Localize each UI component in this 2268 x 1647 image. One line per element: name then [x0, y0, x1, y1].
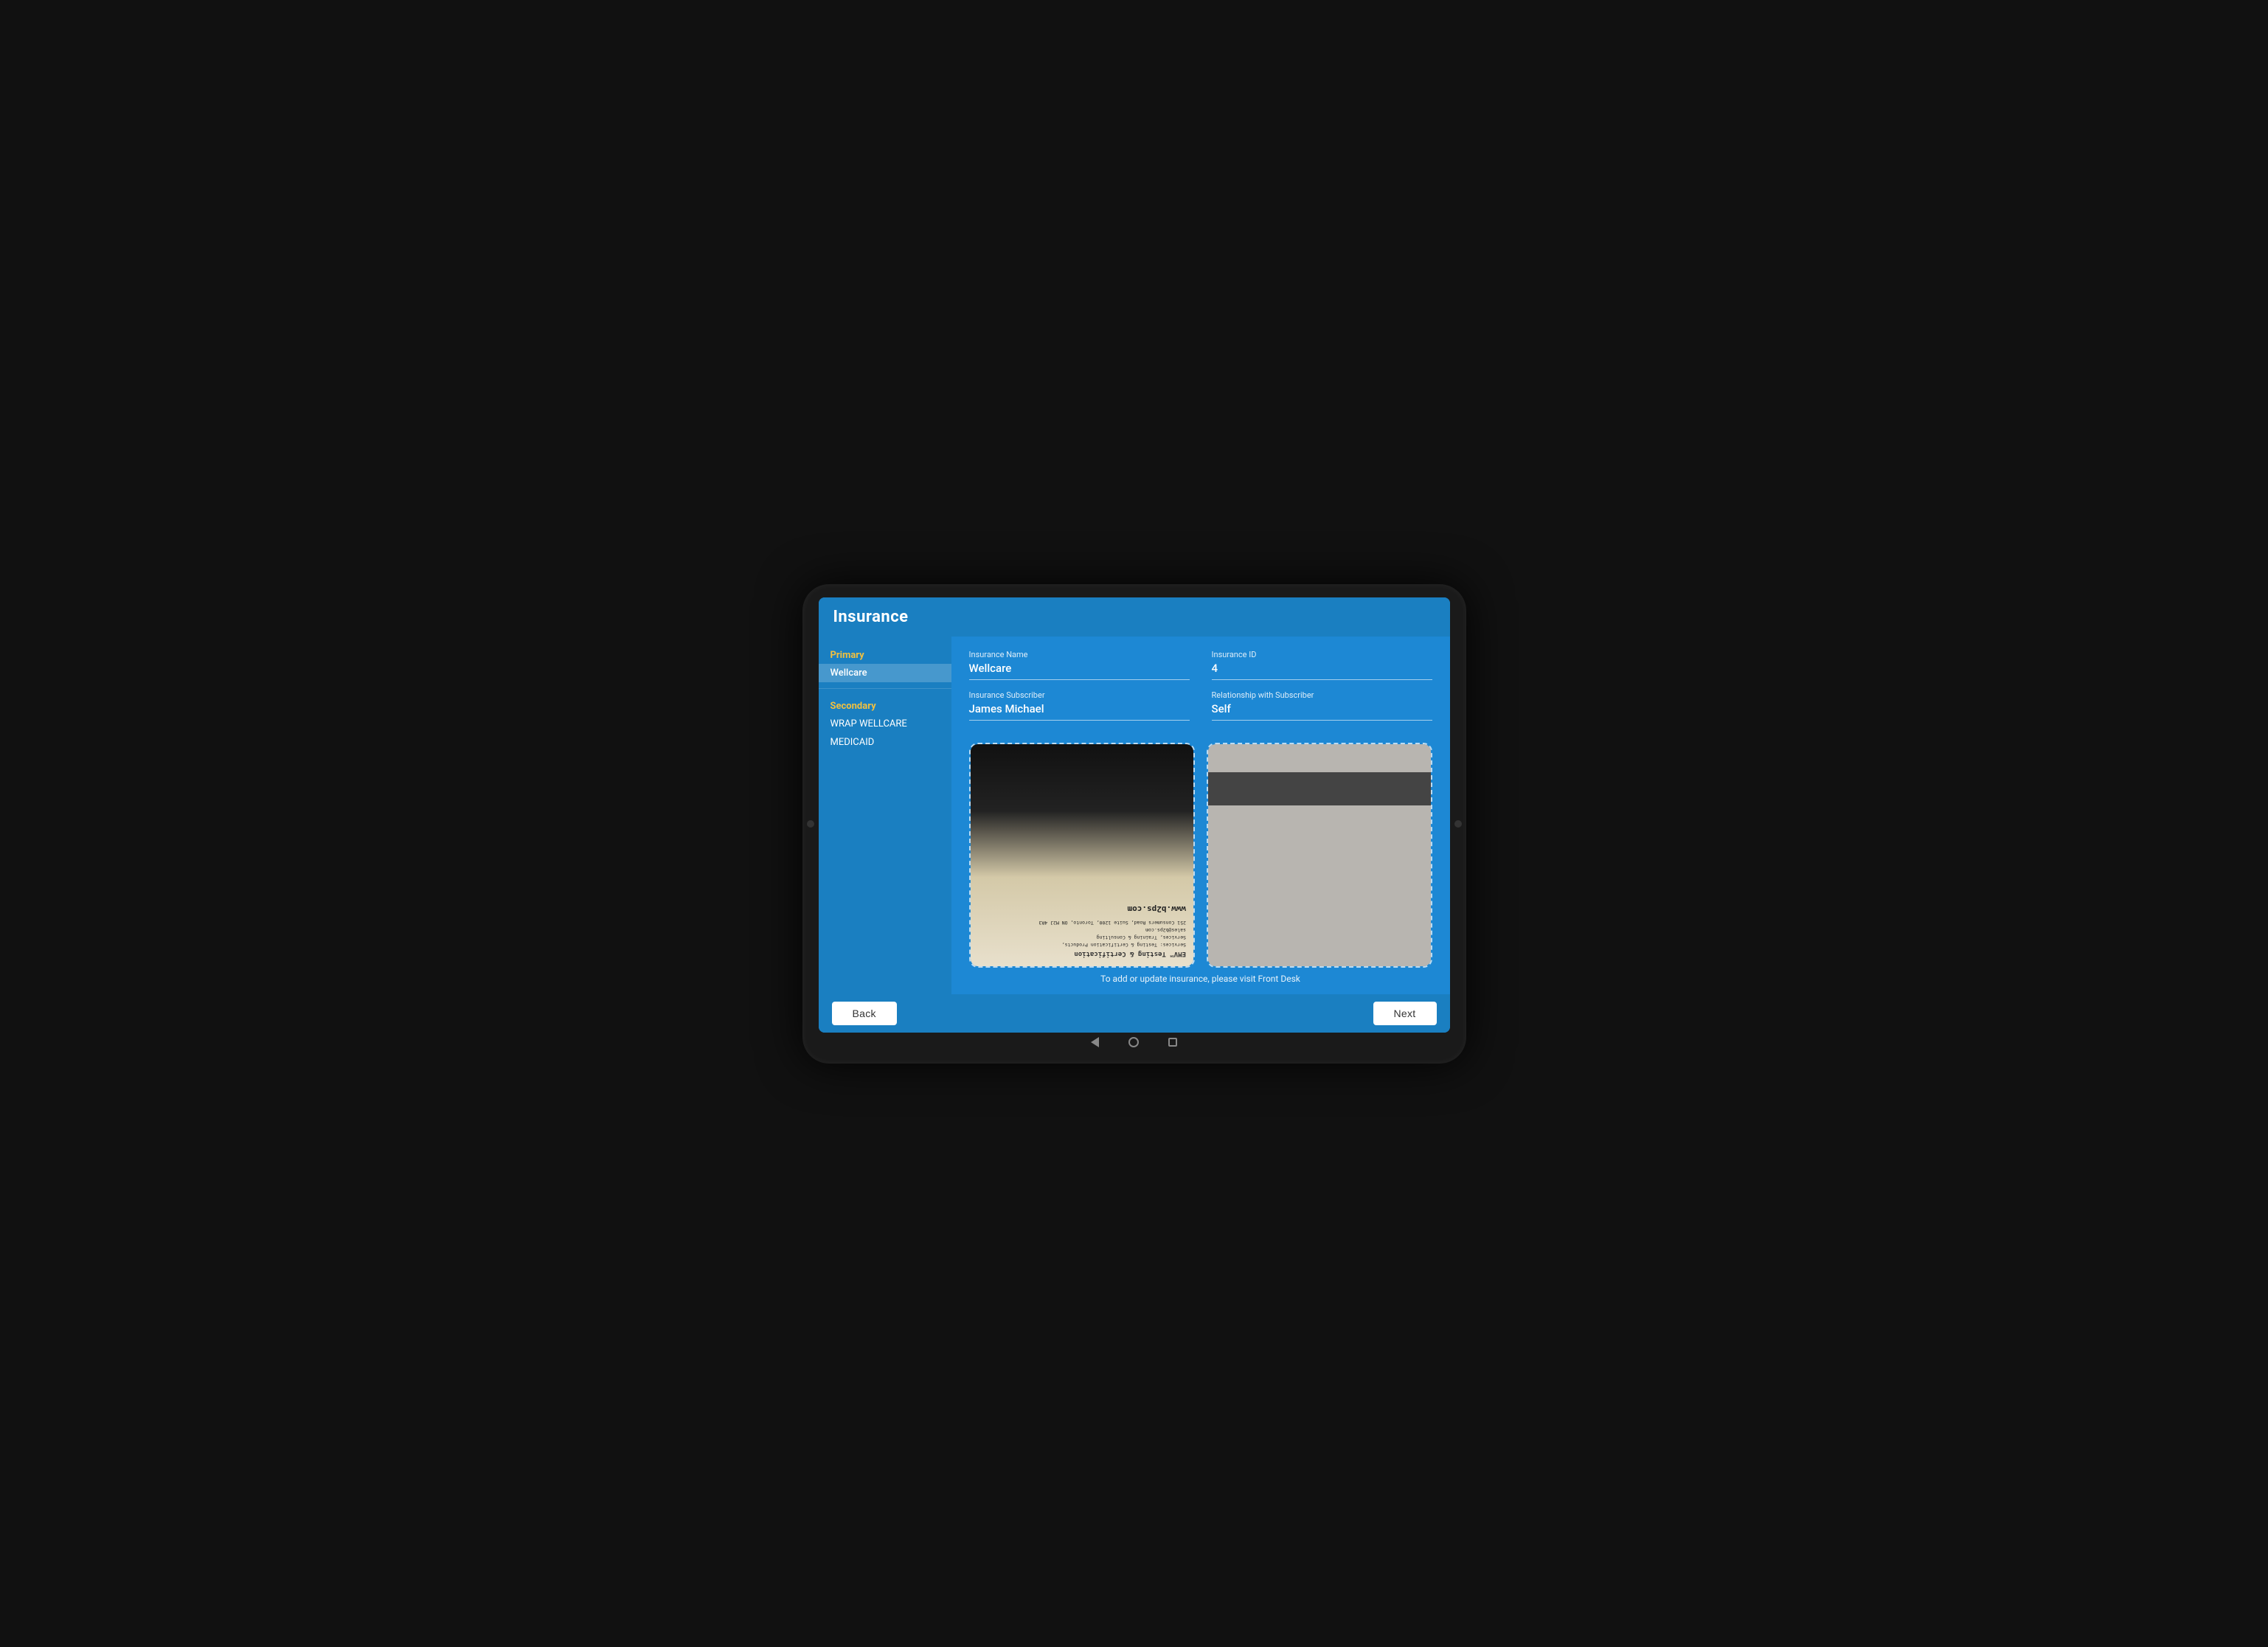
- insurance-id-label: Insurance ID: [1212, 650, 1432, 659]
- app-footer: Back Next: [819, 994, 1450, 1033]
- page-title: Insurance: [833, 608, 1435, 626]
- insurance-name-value: Wellcare: [969, 662, 1190, 677]
- insurance-id-underline: [1212, 679, 1432, 680]
- sidebar-item-medicaid[interactable]: MEDICAID: [819, 733, 951, 752]
- sidebar-item-wrap-wellcare[interactable]: WRAP WELLCARE: [819, 715, 951, 733]
- card-line-1: 251 Consumers Road, Suite 1200, Toronto,…: [978, 920, 1186, 926]
- insurance-name-field: Insurance Name Wellcare: [969, 650, 1190, 680]
- card-back-stripe: [1208, 772, 1431, 805]
- android-nav-bar: [819, 1033, 1450, 1050]
- card-line-2: sales@b2ps.com: [978, 927, 1186, 933]
- back-icon[interactable]: [1091, 1037, 1099, 1047]
- home-icon[interactable]: [1128, 1037, 1139, 1047]
- tablet-screen: Insurance Primary Wellcare Secondary WRA…: [819, 597, 1450, 1033]
- card-website: www.b2ps.com: [978, 904, 1186, 914]
- sidebar-primary-label: Primary: [819, 644, 951, 664]
- subscriber-field: Insurance Subscriber James Michael: [969, 690, 1190, 721]
- card-front-placeholder[interactable]: EMV™ Testing & Certification Services: T…: [969, 743, 1195, 968]
- relationship-label: Relationship with Subscriber: [1212, 690, 1432, 700]
- subscriber-underline: [969, 720, 1190, 721]
- next-button[interactable]: Next: [1373, 1002, 1437, 1025]
- sidebar-divider: [819, 688, 951, 689]
- app-header: Insurance: [819, 597, 1450, 637]
- sidebar-item-wellcare[interactable]: Wellcare: [819, 664, 951, 682]
- card-back-placeholder[interactable]: [1207, 743, 1432, 968]
- main-content: Insurance Name Wellcare Insurance ID 4: [951, 637, 1450, 994]
- form-grid: Insurance Name Wellcare Insurance ID 4: [969, 650, 1432, 731]
- subscriber-value: James Michael: [969, 702, 1190, 718]
- subscriber-label: Insurance Subscriber: [969, 690, 1190, 700]
- insurance-id-field: Insurance ID 4: [1212, 650, 1432, 680]
- insurance-name-underline: [969, 679, 1190, 680]
- relationship-value: Self: [1212, 702, 1432, 718]
- footer-notice: To add or update insurance, please visit…: [969, 968, 1432, 987]
- card-line-3: Services: Testing & Certification Produc…: [978, 942, 1186, 948]
- app-container: Insurance Primary Wellcare Secondary WRA…: [819, 597, 1450, 1033]
- insurance-id-value: 4: [1212, 662, 1432, 677]
- card-logo: EMV™ Testing & Certification: [978, 950, 1186, 957]
- card-line-4: Services, Training & Consulting: [978, 935, 1186, 940]
- sidebar-secondary-label: Secondary: [819, 695, 951, 715]
- app-body: Primary Wellcare Secondary WRAP WELLCARE…: [819, 637, 1450, 994]
- relationship-field: Relationship with Subscriber Self: [1212, 690, 1432, 721]
- insurance-name-label: Insurance Name: [969, 650, 1190, 659]
- back-button[interactable]: Back: [832, 1002, 897, 1025]
- card-back-image: [1208, 744, 1431, 966]
- card-front-image: EMV™ Testing & Certification Services: T…: [971, 744, 1193, 966]
- sidebar: Primary Wellcare Secondary WRAP WELLCARE…: [819, 637, 951, 994]
- cards-row: EMV™ Testing & Certification Services: T…: [969, 743, 1432, 968]
- relationship-underline: [1212, 720, 1432, 721]
- recent-apps-icon[interactable]: [1168, 1038, 1177, 1047]
- tablet-device: Insurance Primary Wellcare Secondary WRA…: [802, 584, 1466, 1064]
